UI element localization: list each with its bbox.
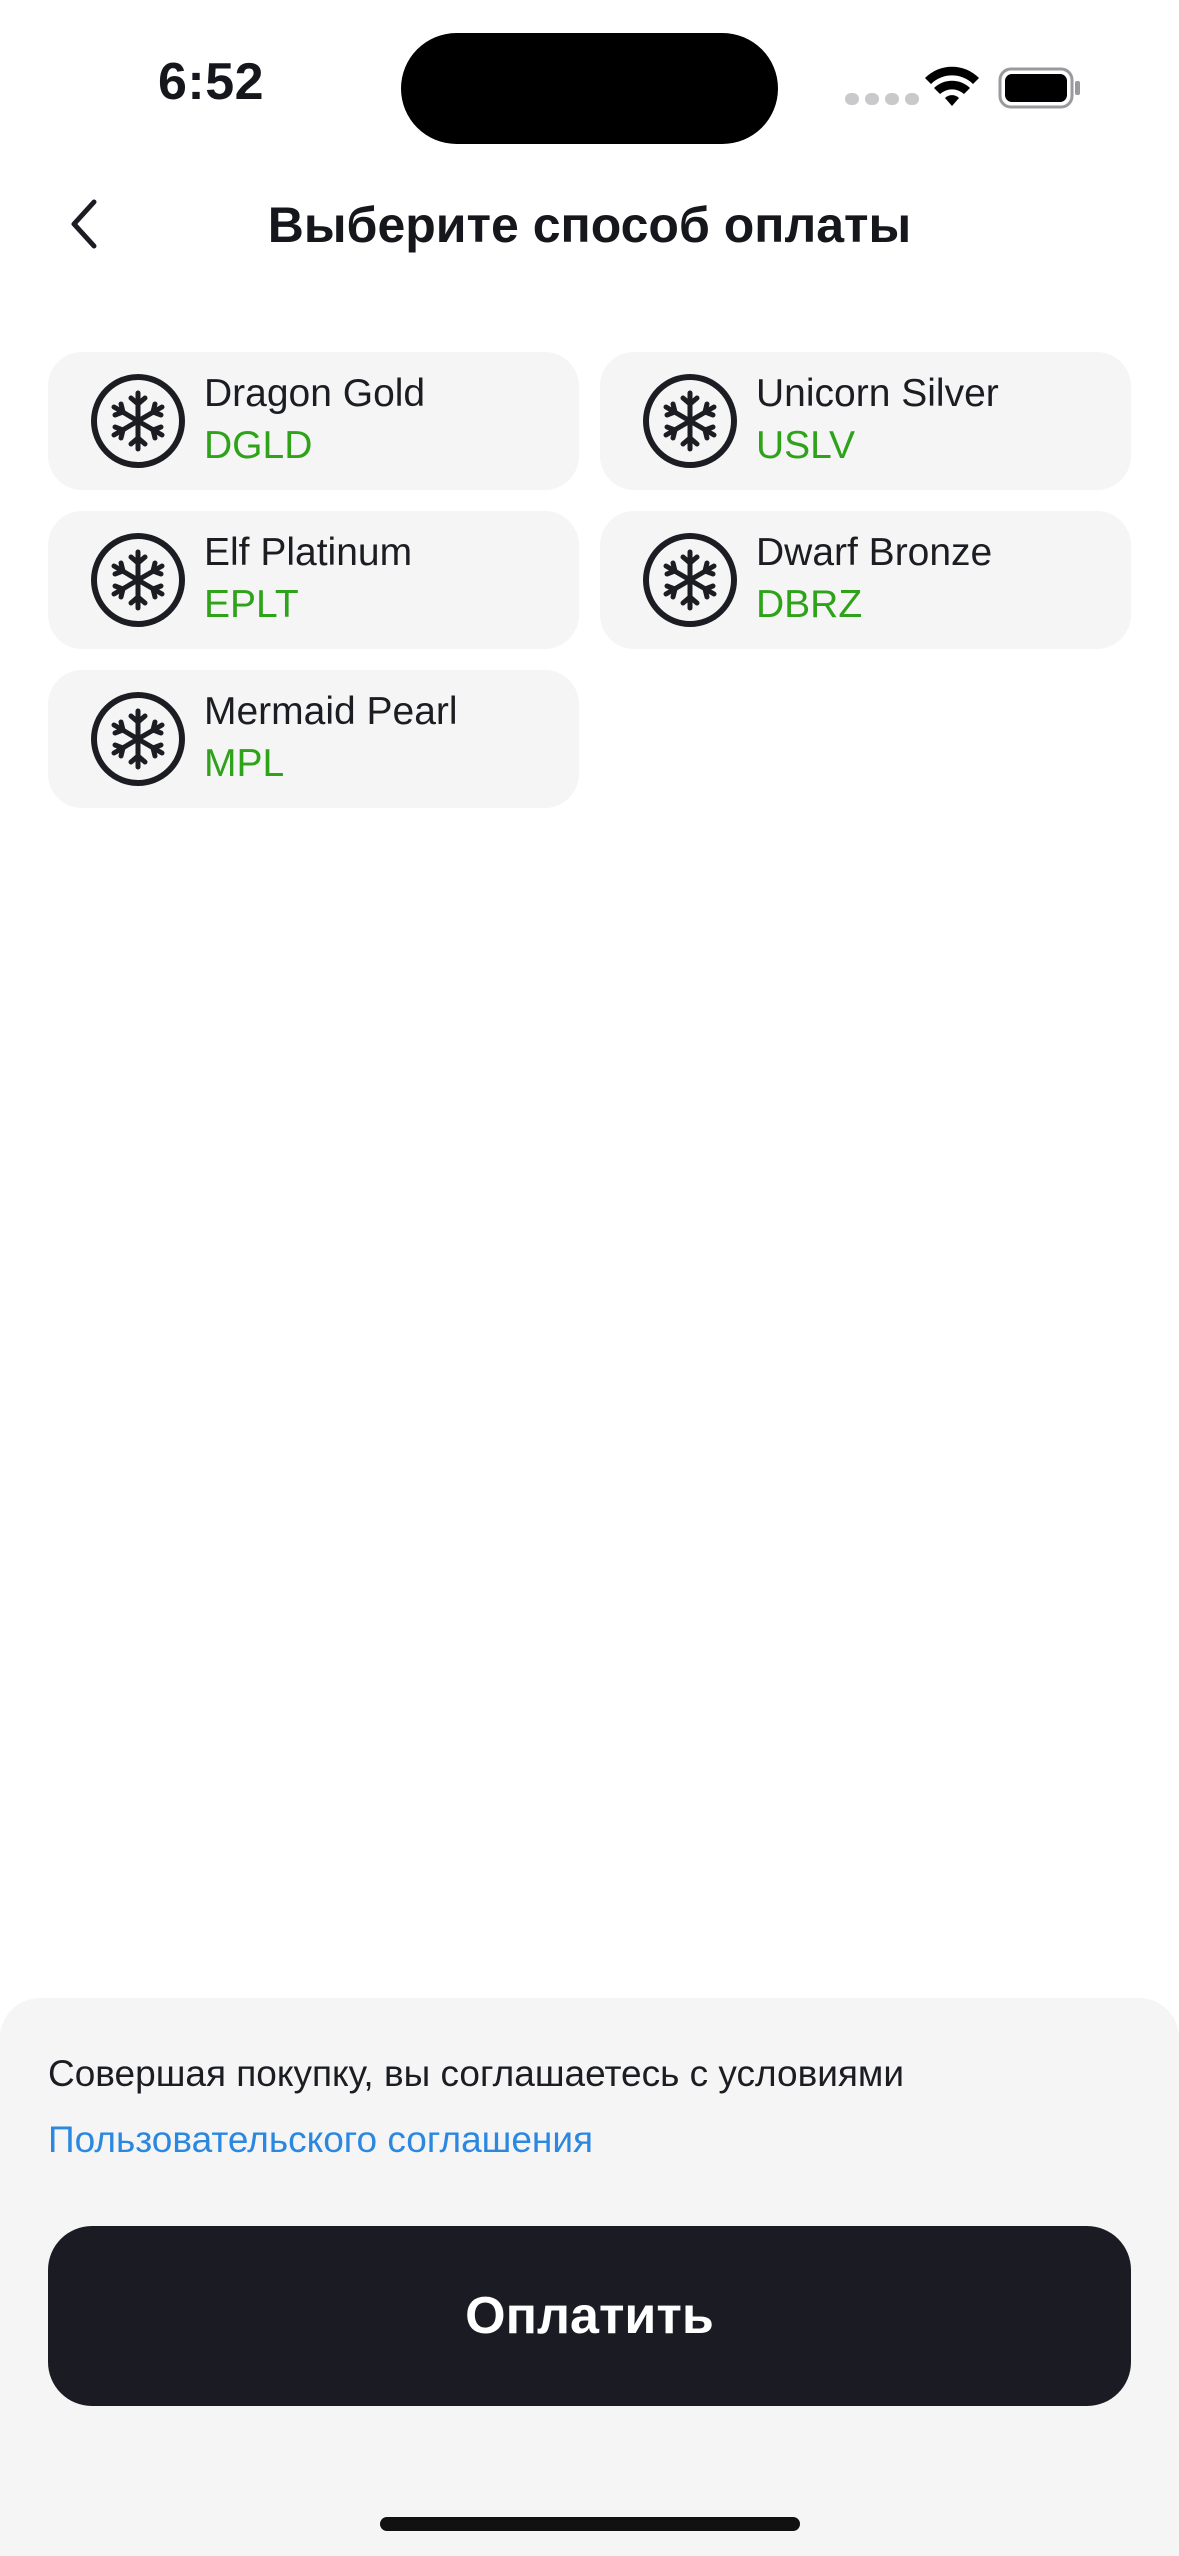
snowflake-coin-icon	[91, 374, 185, 468]
wifi-icon	[925, 66, 979, 106]
payment-method-code: DGLD	[204, 424, 313, 467]
snowflake-coin-icon	[91, 533, 185, 627]
payment-method-code: DBRZ	[756, 583, 863, 626]
payment-method-name: Unicorn Silver	[756, 372, 999, 415]
pay-button[interactable]: Оплатить	[48, 2226, 1131, 2406]
payment-method-dwarf-bronze[interactable]: Dwarf Bronze DBRZ	[600, 511, 1131, 649]
cellular-signal-icon	[845, 93, 919, 105]
payment-method-code: MPL	[204, 742, 285, 785]
user-agreement-link[interactable]: Пользовательского соглашения	[48, 2116, 593, 2164]
payment-method-mermaid-pearl[interactable]: Mermaid Pearl MPL	[48, 670, 579, 808]
home-indicator	[380, 2517, 800, 2531]
snowflake-coin-icon	[643, 374, 737, 468]
payment-method-name: Dwarf Bronze	[756, 531, 993, 574]
page-title: Выберите способ оплаты	[267, 197, 912, 253]
payment-method-dragon-gold[interactable]: Dragon Gold DGLD	[48, 352, 579, 490]
agreement-text: Совершая покупку, вы соглашаетесь с усло…	[48, 2053, 905, 2094]
payment-method-name: Mermaid Pearl	[204, 690, 458, 733]
status-time: 6:52	[158, 53, 265, 111]
payment-method-elf-platinum[interactable]: Elf Platinum EPLT	[48, 511, 579, 649]
snowflake-coin-icon	[91, 692, 185, 786]
snowflake-coin-icon	[643, 533, 737, 627]
payment-method-screen: 6:52 Выберите способ оплаты Dragon Gold …	[0, 0, 1179, 2556]
payment-method-name: Dragon Gold	[204, 372, 426, 415]
payment-method-list: Dragon Gold DGLD Unicorn Silver USLV Elf…	[48, 352, 1131, 808]
payment-method-code: USLV	[756, 424, 855, 467]
dynamic-island	[401, 33, 778, 144]
payment-method-unicorn-silver[interactable]: Unicorn Silver USLV	[600, 352, 1131, 490]
payment-method-name: Elf Platinum	[204, 531, 413, 574]
battery-icon	[998, 67, 1080, 109]
payment-method-code: EPLT	[204, 583, 299, 626]
